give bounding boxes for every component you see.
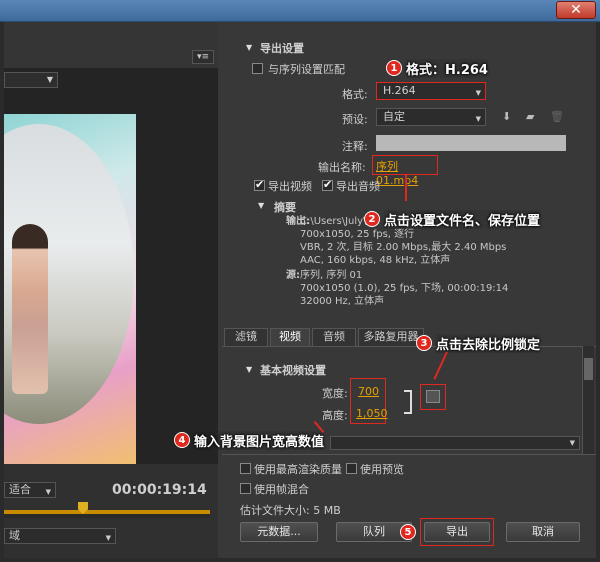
annotation-3-badge: 3 <box>416 335 432 351</box>
export-audio-label: 导出音频 <box>336 180 380 193</box>
source-line: 700x1050 (1.0), 25 fps, 下场, 00:00:19:14 <box>300 283 509 294</box>
basic-video-title: 基本视频设置 <box>260 364 326 377</box>
annotation-4-badge: 4 <box>174 432 190 448</box>
frame-blend-checkbox[interactable] <box>240 483 251 494</box>
preset-label: 预设: <box>342 113 368 126</box>
close-icon[interactable]: ✕ <box>556 1 596 19</box>
timecode: 00:00:19:14 <box>112 482 207 498</box>
panel-menu-icon[interactable]: ▾≡ <box>192 50 214 64</box>
scrollbar[interactable] <box>582 346 594 454</box>
summary-title: 摘要 <box>274 201 296 214</box>
import-preset-icon[interactable]: ▰ <box>526 110 534 123</box>
video-option-select[interactable] <box>330 436 580 450</box>
notes-input[interactable] <box>376 135 566 151</box>
annotation-3-text: 点击去除比例锁定 <box>436 334 541 353</box>
video-section-triangle-icon[interactable]: ▼ <box>246 365 252 374</box>
person-figure <box>12 224 48 394</box>
export-button[interactable]: 导出 <box>424 522 490 542</box>
chevron-down-icon: ▼ <box>46 75 53 84</box>
width-label: 宽度: <box>322 387 348 400</box>
output-name-value[interactable]: 序列 01.mp4 <box>376 160 418 187</box>
format-select[interactable]: H.264 <box>376 82 486 101</box>
tab-video[interactable]: 视频 <box>270 328 310 346</box>
height-label: 高度: <box>322 409 348 422</box>
delete-preset-icon[interactable]: 🗑 <box>550 110 564 123</box>
width-value[interactable]: 700 <box>358 385 379 398</box>
cancel-button[interactable]: 取消 <box>506 522 580 542</box>
ratio-lock-highlight <box>420 384 446 410</box>
estimated-size: 估计文件大小: 5 MB <box>240 504 341 517</box>
export-video-label: 导出视频 <box>268 180 312 193</box>
export-highlight: 导出 <box>420 518 494 546</box>
output-line: VBR, 2 次, 目标 2.00 Mbps,最大 2.40 Mbps <box>300 242 507 253</box>
annotation-4-text: 输入背景图片宽高数值 <box>194 431 325 450</box>
tab-filters[interactable]: 滤镜 <box>224 328 268 346</box>
export-video-checkbox[interactable] <box>254 178 265 191</box>
source-line: 序列, 序列 01 <box>300 270 363 281</box>
metadata-button[interactable]: 元数据... <box>240 522 318 542</box>
preview-panel: ▾≡ ▼ <box>4 22 218 558</box>
preview-image <box>4 114 136 464</box>
timeline-fill <box>4 510 210 514</box>
use-preview-checkbox[interactable] <box>346 463 357 474</box>
annotation-1-badge: 1 <box>386 60 402 76</box>
annotation-2-arrow <box>405 175 407 201</box>
use-preview-label: 使用预览 <box>360 463 404 476</box>
bottom-divider <box>222 454 596 455</box>
match-sequence-label: 与序列设置匹配 <box>268 63 345 76</box>
title-bar <box>0 0 600 22</box>
fit-select[interactable]: 适合 <box>4 482 56 499</box>
source-summary: 序列, 序列 01 700x1050 (1.0), 25 fps, 下场, 00… <box>300 269 508 308</box>
notes-label: 注释: <box>342 140 368 153</box>
output-line: 700x1050, 25 fps, 逐行 <box>300 229 415 240</box>
annotation-5-badge: 5 <box>400 524 416 540</box>
output-name-link[interactable]: 序列 01.mp4 <box>372 155 438 187</box>
format-label: 格式: <box>342 88 368 101</box>
source-line: 32000 Hz, 立体声 <box>300 296 385 307</box>
scrollbar-thumb[interactable] <box>584 358 593 380</box>
export-audio-checkbox[interactable] <box>322 178 333 191</box>
annotation-2-text: 点击设置文件名、保存位置 <box>384 210 541 229</box>
ratio-lock-icon[interactable] <box>426 390 440 403</box>
tab-audio[interactable]: 音频 <box>312 328 356 346</box>
source-select[interactable]: 域 <box>4 528 116 545</box>
source-label: 源: <box>286 270 300 281</box>
max-render-checkbox[interactable] <box>240 463 251 474</box>
timeline-bar[interactable] <box>4 502 210 518</box>
save-preset-icon[interactable]: ⬇ <box>502 110 511 123</box>
zoom-select[interactable]: ▼ <box>4 72 58 88</box>
height-value[interactable]: 1,050 <box>356 407 388 420</box>
annotation-1-text: 格式：H.264 <box>406 59 488 78</box>
output-name-label: 输出名称: <box>318 161 366 174</box>
max-render-label: 使用最高渲染质量 <box>254 463 342 476</box>
match-sequence-checkbox[interactable] <box>252 63 263 74</box>
preset-select[interactable]: 自定 <box>376 108 486 127</box>
preview-header <box>4 22 218 68</box>
frame-blend-label: 使用帧混合 <box>254 483 309 496</box>
output-line: AAC, 160 kbps, 48 kHz, 立体声 <box>300 255 451 266</box>
export-settings-title: 导出设置 <box>260 42 304 55</box>
summary-triangle-icon[interactable]: ▼ <box>258 201 264 210</box>
collapse-triangle-icon[interactable]: ▼ <box>246 43 252 52</box>
ratio-bracket <box>404 390 412 414</box>
annotation-2-badge: 2 <box>364 211 380 227</box>
tab-multiplexer[interactable]: 多路复用器 <box>358 328 424 346</box>
